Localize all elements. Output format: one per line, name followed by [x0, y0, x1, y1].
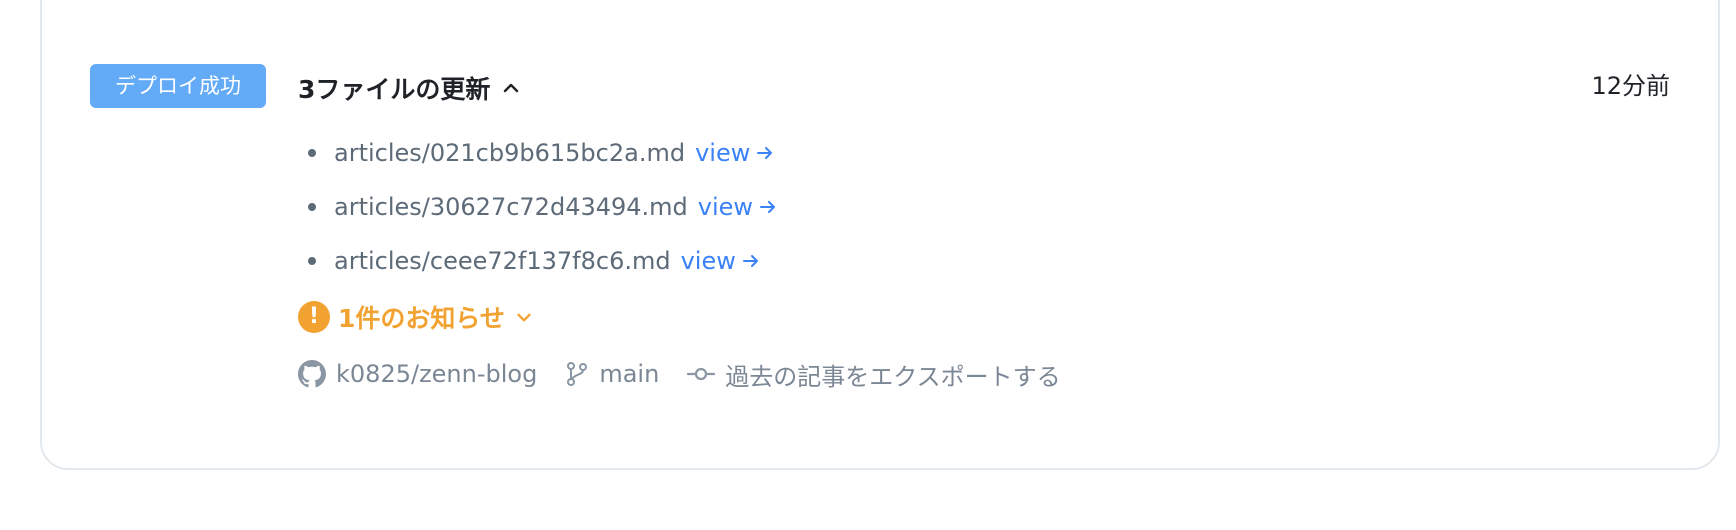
git-branch-icon [567, 362, 588, 386]
commit-link[interactable]: 過去の記事をエクスポートする [687, 357, 1061, 392]
view-link-label: view [680, 247, 736, 275]
file-path: articles/021cb9b615bc2a.md [334, 139, 686, 167]
list-item: articles/ceee72f137f8c6.md view [308, 234, 777, 288]
deploy-title-toggle[interactable]: 3ファイルの更新 [298, 68, 522, 108]
view-link[interactable]: view [681, 247, 760, 275]
deploy-meta: k0825/zenn-blog main 過去の記事をエクスポートする [298, 354, 1089, 394]
git-commit-icon [687, 367, 716, 381]
arrow-right-icon [760, 201, 776, 213]
view-link[interactable]: view [695, 139, 774, 167]
list-item: articles/30627c72d43494.md view [308, 180, 777, 234]
arrow-right-icon [757, 147, 773, 159]
arrow-right-icon [742, 255, 758, 267]
alert-icon: ! [298, 301, 330, 333]
bullet [308, 257, 316, 265]
branch-link[interactable]: main [565, 360, 659, 388]
bullet [308, 149, 316, 157]
chevron-down-icon [517, 313, 531, 322]
file-path: articles/ceee72f137f8c6.md [334, 247, 671, 275]
file-path: articles/30627c72d43494.md [334, 193, 688, 221]
commit-message: 過去の記事をエクスポートする [725, 362, 1061, 391]
bullet [308, 203, 316, 211]
repository-link[interactable]: k0825/zenn-blog [298, 360, 537, 388]
status-badge: デプロイ成功 [90, 64, 266, 108]
view-link[interactable]: view [698, 193, 777, 221]
file-list: articles/021cb9b615bc2a.md view articles… [308, 126, 777, 288]
repository-name: k0825/zenn-blog [336, 360, 538, 388]
view-link-label: view [695, 139, 751, 167]
deploy-card [40, 0, 1720, 470]
notice-toggle[interactable]: ! 1件のお知らせ [298, 298, 535, 336]
branch-name: main [599, 360, 660, 388]
github-icon [298, 360, 326, 388]
notice-label: 1件のお知らせ [338, 304, 505, 333]
list-item: articles/021cb9b615bc2a.md view [308, 126, 777, 180]
deploy-title: 3ファイルの更新 [298, 75, 491, 104]
deploy-time: 12分前 [1591, 72, 1670, 100]
chevron-up-icon [500, 77, 522, 99]
view-link-label: view [697, 193, 754, 221]
